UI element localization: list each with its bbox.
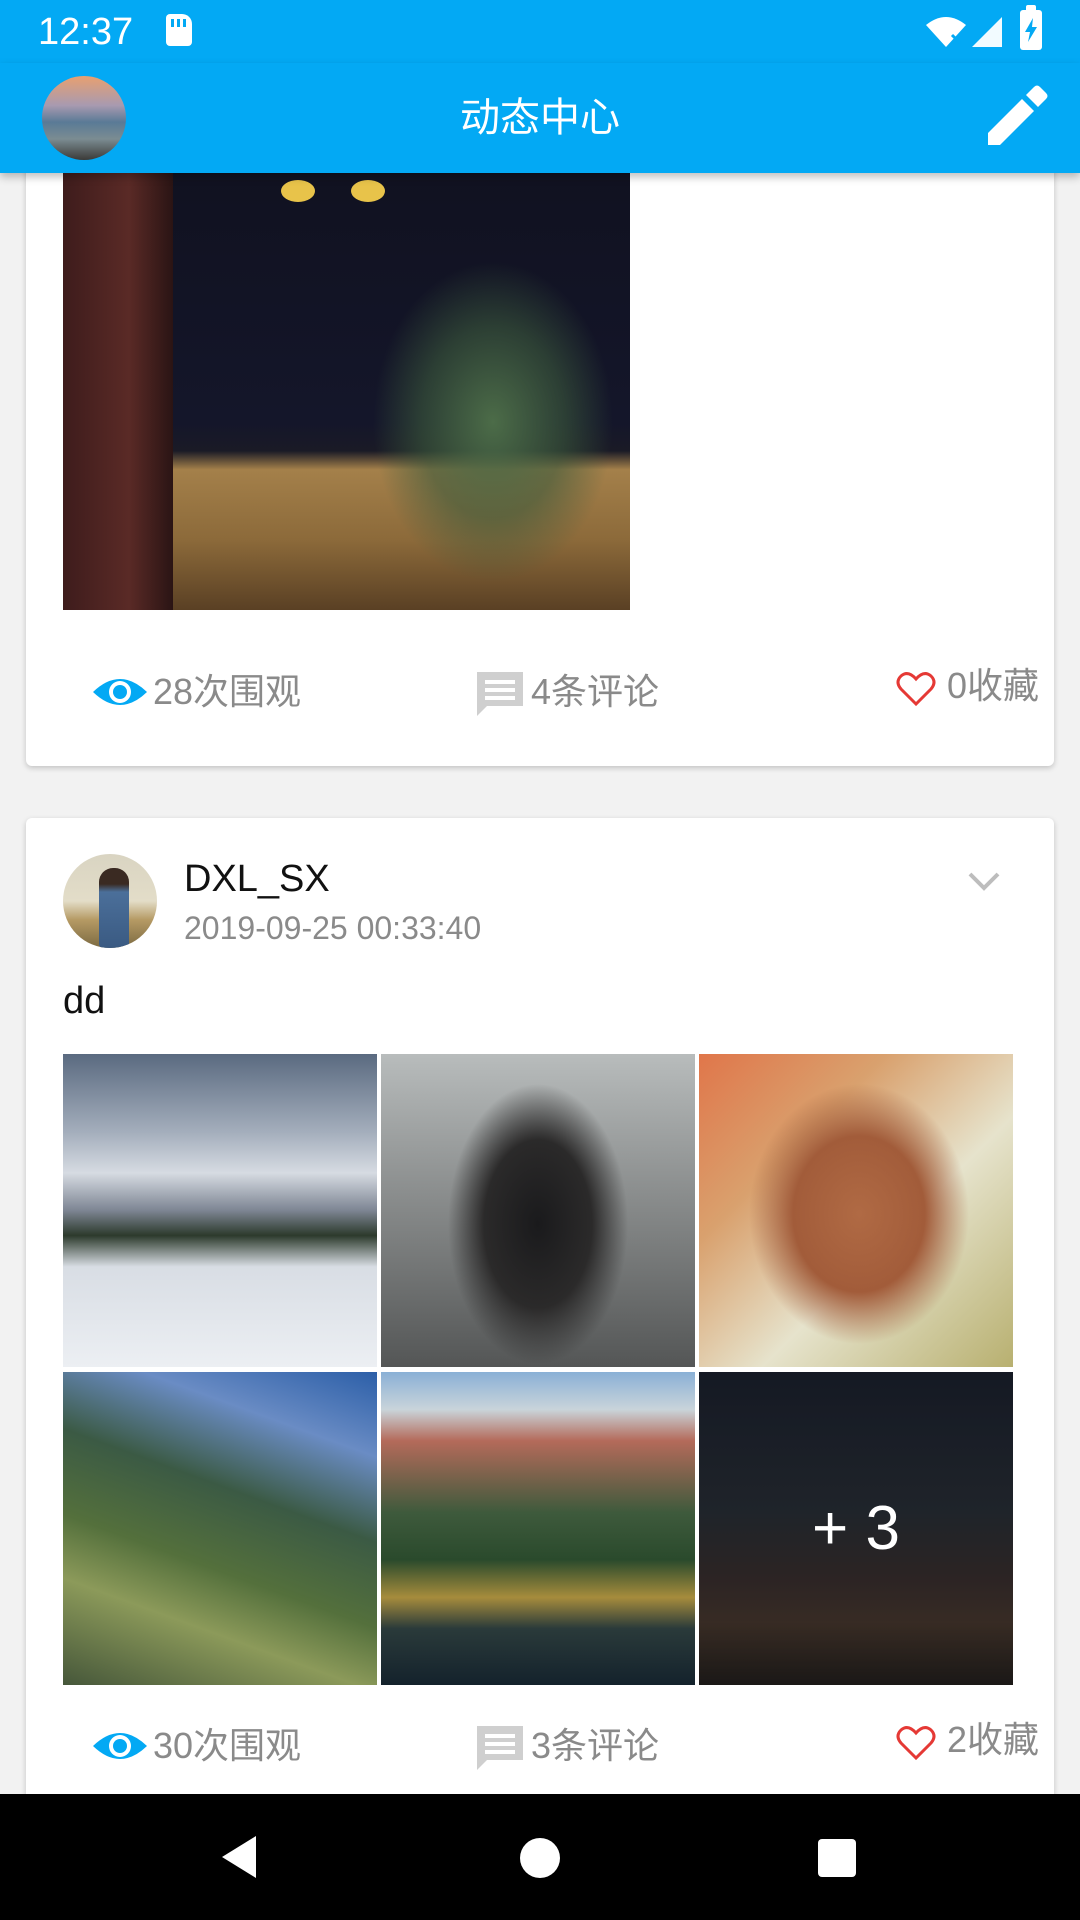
comment-icon[interactable] bbox=[473, 1722, 527, 1774]
views-count: 28次围观 bbox=[153, 671, 302, 712]
image-grid: + 3 bbox=[63, 1054, 1013, 1688]
comments-count[interactable]: 3条评论 bbox=[531, 1716, 659, 1776]
status-time: 12:37 bbox=[38, 11, 134, 53]
post-timestamp: 2019-09-25 00:33:40 bbox=[184, 910, 482, 946]
favorites-count[interactable]: 2收藏 bbox=[947, 1710, 1039, 1770]
image-thumbnail[interactable] bbox=[63, 1372, 377, 1685]
eye-icon bbox=[93, 1733, 147, 1759]
post-stats: 30次围观 3条评论 2收藏 bbox=[63, 1716, 1043, 1776]
app-bar: 动态中心 bbox=[0, 63, 1080, 173]
views-count: 30次围观 bbox=[153, 1725, 302, 1766]
signal-icon bbox=[972, 17, 1002, 47]
post-card: DXL_SX 2019-09-25 00:33:40 dd + 3 30次围观 … bbox=[26, 818, 1054, 1838]
image-thumbnail[interactable]: + 3 bbox=[699, 1372, 1013, 1685]
home-icon[interactable] bbox=[520, 1838, 560, 1878]
post-image[interactable] bbox=[63, 142, 630, 610]
favorites-count[interactable]: 0收藏 bbox=[947, 656, 1039, 716]
image-thumbnail[interactable] bbox=[381, 1372, 695, 1685]
more-images-count[interactable]: + 3 bbox=[699, 1372, 1013, 1685]
wifi-icon bbox=[926, 17, 966, 47]
edit-icon[interactable] bbox=[978, 79, 1054, 155]
recents-icon[interactable] bbox=[818, 1839, 856, 1877]
heart-icon[interactable] bbox=[895, 668, 937, 710]
battery-icon bbox=[1020, 5, 1042, 50]
comments-count[interactable]: 4条评论 bbox=[531, 662, 659, 722]
author-name[interactable]: DXL_SX bbox=[184, 858, 330, 901]
status-bar: 12:37 bbox=[0, 0, 1080, 63]
post-text: dd bbox=[63, 980, 106, 1022]
author-avatar[interactable] bbox=[63, 854, 157, 948]
navigation-bar bbox=[0, 1794, 1080, 1920]
comment-icon[interactable] bbox=[473, 668, 527, 720]
image-thumbnail[interactable] bbox=[381, 1054, 695, 1367]
chevron-down-icon[interactable] bbox=[964, 866, 1004, 896]
post-card: 28次围观 4条评论 0收藏 bbox=[26, 120, 1054, 766]
image-thumbnail[interactable] bbox=[63, 1054, 377, 1367]
eye-icon bbox=[93, 679, 147, 705]
sd-card-icon bbox=[166, 14, 192, 46]
page-title: 动态中心 bbox=[460, 95, 620, 141]
back-icon[interactable] bbox=[218, 1834, 258, 1880]
heart-icon[interactable] bbox=[895, 1722, 937, 1764]
post-stats: 28次围观 4条评论 0收藏 bbox=[63, 662, 1043, 722]
image-thumbnail[interactable] bbox=[699, 1054, 1013, 1367]
